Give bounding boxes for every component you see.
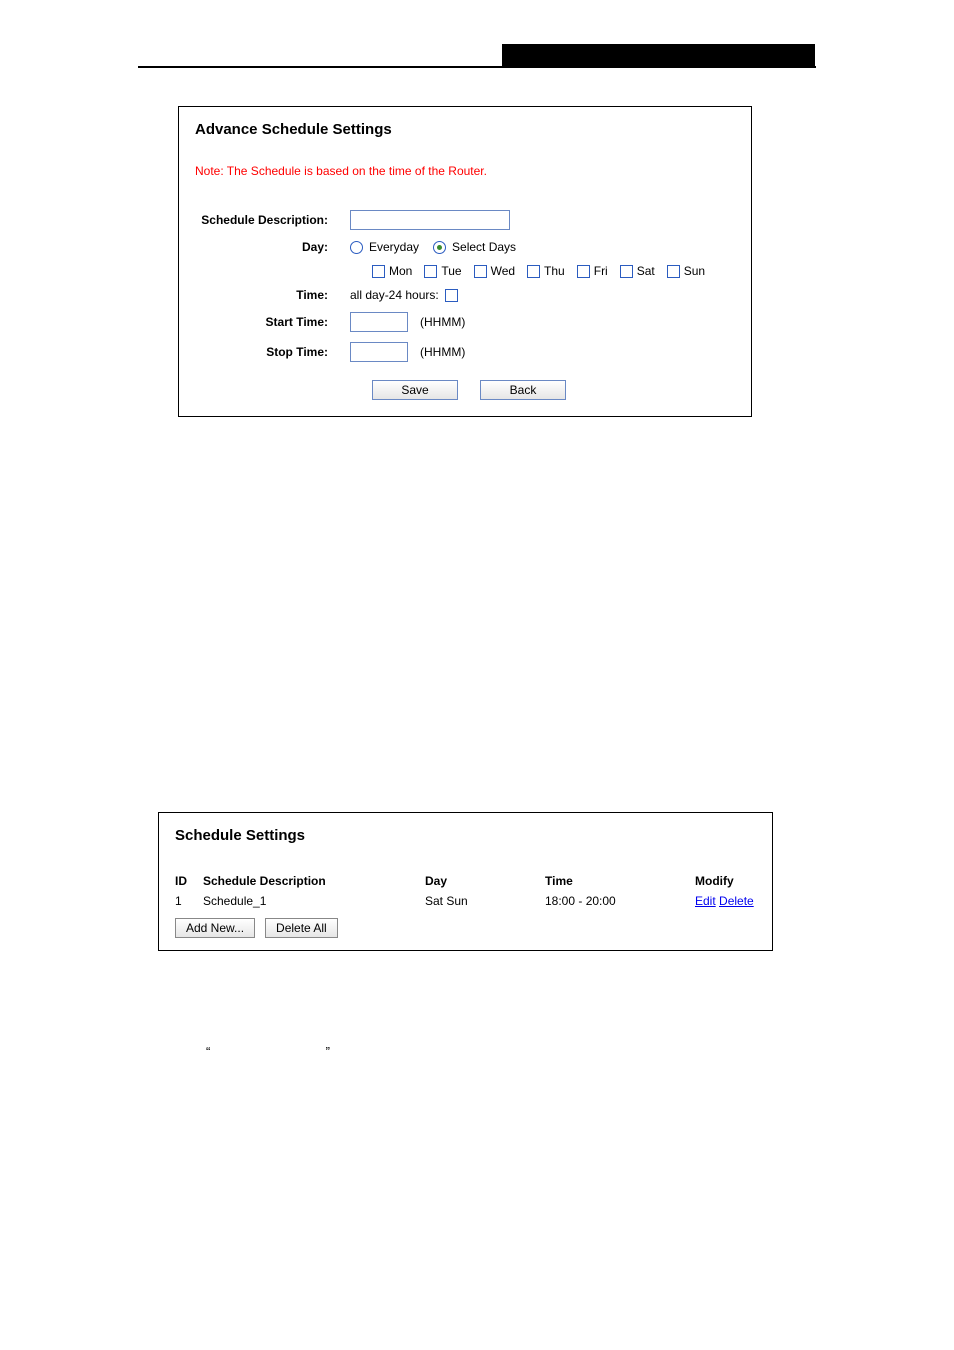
- start-time-input[interactable]: [350, 312, 408, 332]
- cell-modify: Edit Delete: [695, 894, 756, 908]
- header-id: ID: [175, 874, 203, 888]
- schedule-settings-panel: Schedule Settings ID Schedule Descriptio…: [158, 812, 773, 951]
- checkbox-thu[interactable]: [527, 265, 540, 278]
- delete-all-button[interactable]: Delete All: [265, 918, 338, 938]
- edit-link[interactable]: Edit: [695, 894, 716, 908]
- top-black-bar: [502, 44, 815, 68]
- form-button-row: Save Back: [372, 380, 735, 400]
- radio-select-days-label: Select Days: [452, 240, 516, 254]
- note-text: Note: The Schedule is based on the time …: [195, 164, 735, 178]
- row-stop-time: Stop Time: (HHMM): [195, 342, 735, 362]
- header-desc: Schedule Description: [203, 874, 425, 888]
- label-sun: Sun: [684, 264, 705, 278]
- radio-everyday[interactable]: [350, 241, 363, 254]
- checkbox-tue[interactable]: [424, 265, 437, 278]
- row-start-time: Start Time: (HHMM): [195, 312, 735, 332]
- label-wed: Wed: [491, 264, 515, 278]
- hint-start-time: (HHMM): [420, 315, 465, 329]
- top-line: [138, 66, 816, 68]
- table-row: 1 Schedule_1 Sat Sun 18:00 - 20:00 Edit …: [175, 894, 756, 908]
- label-day: Day:: [195, 240, 350, 254]
- all-day-text: all day-24 hours:: [350, 288, 439, 302]
- panel2-title: Schedule Settings: [175, 827, 756, 844]
- radio-select-days[interactable]: [433, 241, 446, 254]
- day-checkboxes: Mon Tue Wed Thu Fri Sat Sun: [372, 264, 735, 278]
- checkbox-all-day[interactable]: [445, 289, 458, 302]
- label-time: Time:: [195, 288, 350, 302]
- header-day: Day: [425, 874, 545, 888]
- label-schedule-description: Schedule Description:: [195, 213, 350, 227]
- stop-time-input[interactable]: [350, 342, 408, 362]
- radio-everyday-label: Everyday: [369, 240, 419, 254]
- open-quote: “: [206, 1044, 210, 1059]
- delete-link[interactable]: Delete: [719, 894, 754, 908]
- label-fri: Fri: [594, 264, 608, 278]
- label-mon: Mon: [389, 264, 412, 278]
- checkbox-mon[interactable]: [372, 265, 385, 278]
- panel-title: Advance Schedule Settings: [195, 121, 735, 138]
- row-time: Time: all day-24 hours:: [195, 288, 735, 302]
- checkbox-sun[interactable]: [667, 265, 680, 278]
- checkbox-wed[interactable]: [474, 265, 487, 278]
- checkbox-sat[interactable]: [620, 265, 633, 278]
- schedule-description-input[interactable]: [350, 210, 510, 230]
- cell-desc: Schedule_1: [203, 894, 425, 908]
- table-header: ID Schedule Description Day Time Modify: [175, 874, 756, 888]
- add-new-button[interactable]: Add New...: [175, 918, 255, 938]
- cell-id: 1: [175, 894, 203, 908]
- header-time: Time: [545, 874, 695, 888]
- checkbox-fri[interactable]: [577, 265, 590, 278]
- back-button[interactable]: Back: [480, 380, 566, 400]
- close-quote: ”: [326, 1044, 330, 1059]
- label-tue: Tue: [441, 264, 461, 278]
- table-button-row: Add New... Delete All: [175, 918, 756, 938]
- row-schedule-description: Schedule Description:: [195, 210, 735, 230]
- header-modify: Modify: [695, 874, 756, 888]
- label-sat: Sat: [637, 264, 655, 278]
- row-day: Day: Everyday Select Days: [195, 240, 735, 254]
- quote-marks: “ ”: [206, 1044, 954, 1059]
- schedule-table: ID Schedule Description Day Time Modify …: [175, 874, 756, 938]
- cell-time: 18:00 - 20:00: [545, 894, 695, 908]
- label-start-time: Start Time:: [195, 315, 350, 329]
- advance-schedule-panel: Advance Schedule Settings Note: The Sche…: [178, 106, 752, 417]
- label-stop-time: Stop Time:: [195, 345, 350, 359]
- label-thu: Thu: [544, 264, 565, 278]
- save-button[interactable]: Save: [372, 380, 458, 400]
- cell-day: Sat Sun: [425, 894, 545, 908]
- hint-stop-time: (HHMM): [420, 345, 465, 359]
